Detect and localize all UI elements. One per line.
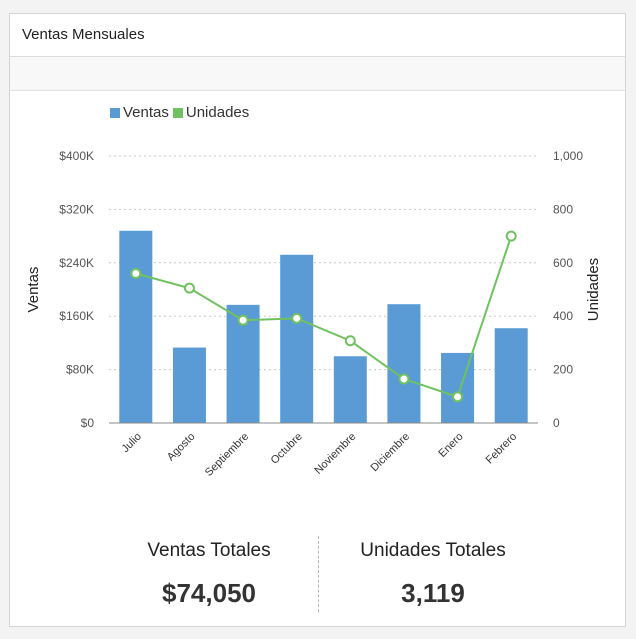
point-unidades xyxy=(344,335,356,347)
point-unidades xyxy=(291,312,303,324)
summary-unidades-value: 3,119 xyxy=(401,578,465,608)
y2-tick-label: 0 xyxy=(553,416,560,430)
x-tick-label: Septiembre xyxy=(203,431,251,479)
bar-ventas xyxy=(280,254,314,423)
y-tick-label: $400K xyxy=(59,149,94,163)
bar-ventas xyxy=(172,347,206,423)
x-tick-label: Julio xyxy=(119,431,143,455)
y2-tick-label: 1,000 xyxy=(553,149,583,163)
x-tick-label: Agosto xyxy=(165,431,198,464)
y-tick-label: $320K xyxy=(59,202,94,216)
point-unidades xyxy=(398,373,410,385)
y2-tick-label: 800 xyxy=(553,202,573,216)
y2-tick-label: 600 xyxy=(553,256,573,270)
point-unidades xyxy=(237,314,249,326)
y2-tick-label: 400 xyxy=(553,309,573,323)
y-tick-label: $80K xyxy=(66,363,94,377)
x-tick-label: Octubre xyxy=(269,431,305,467)
point-unidades xyxy=(130,267,142,279)
point-unidades xyxy=(452,391,464,403)
x-tick-label: Enero xyxy=(436,431,465,460)
y-tick-label: $160K xyxy=(59,309,94,323)
bar-ventas xyxy=(333,356,367,423)
summary-unidades: Unidades Totales 3,119 xyxy=(283,530,583,609)
x-tick-label: Noviembre xyxy=(312,431,358,477)
x-tick-label: Diciembre xyxy=(369,431,412,474)
y2-tick-label: 200 xyxy=(553,363,573,377)
bar-ventas xyxy=(494,328,528,423)
summary-section: Ventas Totales $74,050 Unidades Totales … xyxy=(9,530,626,620)
y-axis-title: Ventas xyxy=(25,267,42,313)
x-tick-label: Febrero xyxy=(484,431,520,467)
y2-axis-title: Unidades xyxy=(585,258,602,321)
combo-chart: $0 $80K $160K $240K $320K $400K 0 200 400 600 800 1… xyxy=(25,149,602,479)
point-unidades xyxy=(183,282,195,294)
summary-unidades-label: Unidades Totales xyxy=(360,540,506,561)
y-tick-label: $0 xyxy=(81,416,95,430)
bar-ventas xyxy=(119,230,153,423)
bar-ventas xyxy=(387,304,421,423)
y-tick-label: $240K xyxy=(59,256,94,270)
point-unidades xyxy=(505,230,517,242)
